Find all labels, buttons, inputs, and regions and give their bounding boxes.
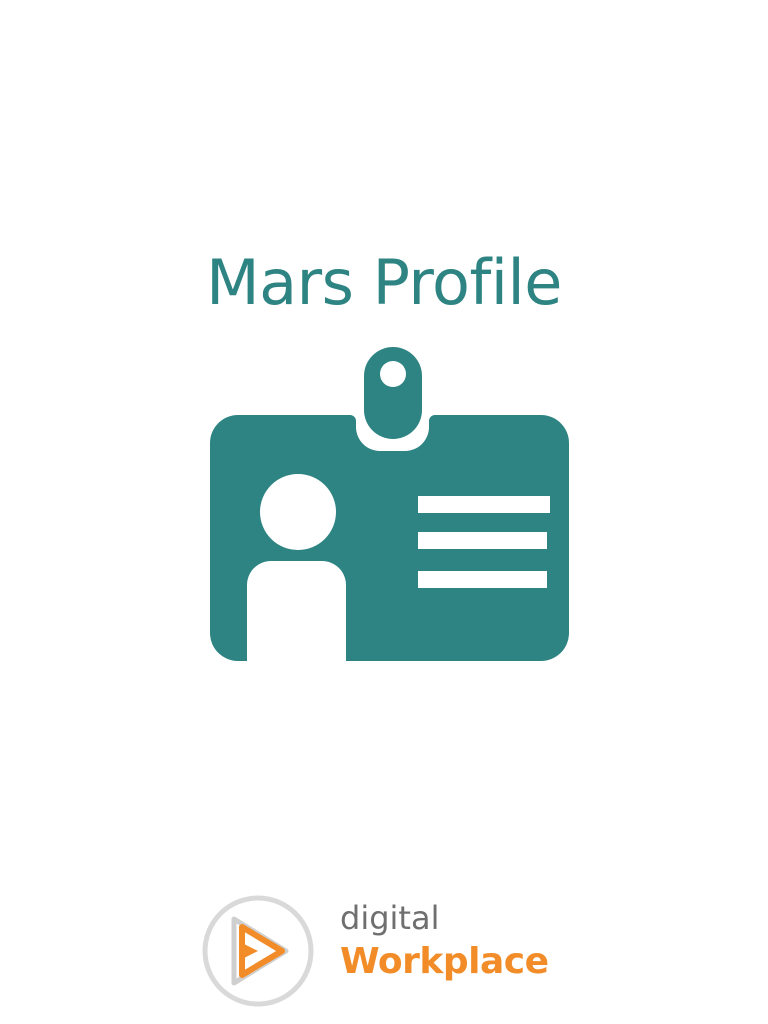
brand-digital-text: digital bbox=[340, 899, 440, 937]
badge-clip bbox=[364, 347, 422, 439]
badge-line-1 bbox=[418, 496, 550, 513]
badge-clip-hole bbox=[380, 361, 406, 387]
badge-line-3 bbox=[418, 571, 547, 588]
brand-lockup: digital Workplace bbox=[200, 890, 580, 1010]
badge-line-2 bbox=[418, 532, 547, 549]
brand-workplace-text: Workplace bbox=[340, 941, 549, 982]
play-ring-logo bbox=[202, 895, 314, 1007]
person-body-icon bbox=[247, 561, 346, 661]
splash-screen: Mars Profile digital Workplace bbox=[0, 0, 768, 1024]
person-head-icon bbox=[260, 474, 336, 550]
id-badge-icon bbox=[210, 347, 569, 661]
